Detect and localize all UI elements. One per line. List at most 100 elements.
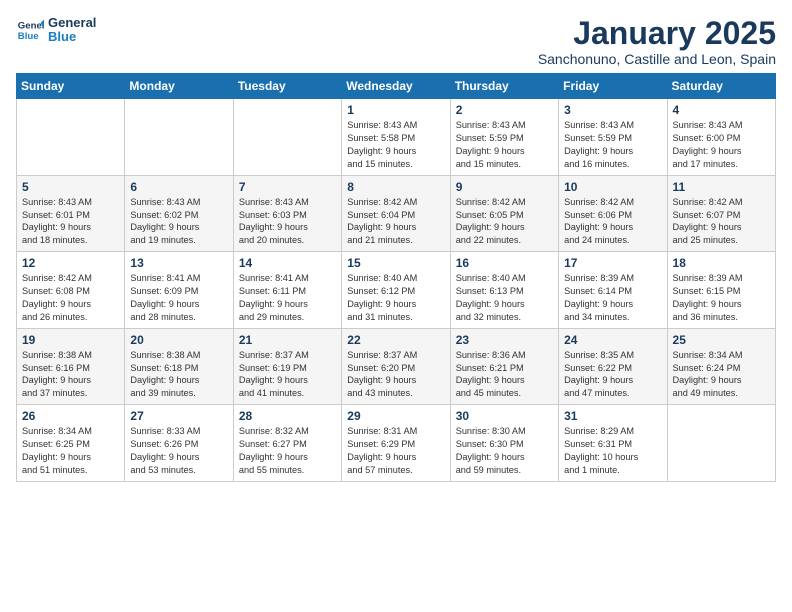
- day-info-21: Sunrise: 8:37 AM Sunset: 6:19 PM Dayligh…: [239, 349, 336, 401]
- day-info-7: Sunrise: 8:43 AM Sunset: 6:03 PM Dayligh…: [239, 196, 336, 248]
- day-info-25: Sunrise: 8:34 AM Sunset: 6:24 PM Dayligh…: [673, 349, 770, 401]
- day-info-20: Sunrise: 8:38 AM Sunset: 6:18 PM Dayligh…: [130, 349, 227, 401]
- calendar-cell-w5-d5: 30 Sunrise: 8:30 AM Sunset: 6:30 PM Dayli…: [450, 405, 558, 482]
- calendar-cell-w2-d3: 7 Sunrise: 8:43 AM Sunset: 6:03 PM Daylig…: [233, 175, 341, 252]
- day-info-30: Sunrise: 8:30 AM Sunset: 6:30 PM Dayligh…: [456, 425, 553, 477]
- day-info-8: Sunrise: 8:42 AM Sunset: 6:04 PM Dayligh…: [347, 196, 444, 248]
- calendar-cell-w3-d6: 17Sunrise: 8:39 AM Sunset: 6:14 PM Dayli…: [559, 252, 667, 329]
- day-info-23: Sunrise: 8:36 AM Sunset: 6:21 PM Dayligh…: [456, 349, 553, 401]
- month-title: January 2025: [538, 16, 776, 51]
- col-tuesday: Tuesday: [233, 74, 341, 99]
- calendar-cell-w2-d4: 8 Sunrise: 8:42 AM Sunset: 6:04 PM Daylig…: [342, 175, 450, 252]
- day-number-24: 24: [564, 333, 661, 347]
- logo-text-line2: Blue: [48, 30, 96, 44]
- col-wednesday: Wednesday: [342, 74, 450, 99]
- calendar-cell-w4-d2: 20 Sunrise: 8:38 AM Sunset: 6:18 PM Dayli…: [125, 328, 233, 405]
- day-number-4: 4: [673, 103, 770, 117]
- day-number-20: 20: [130, 333, 227, 347]
- day-number-26: 26: [22, 409, 119, 423]
- day-number-22: 22: [347, 333, 444, 347]
- day-number-7: 7: [239, 180, 336, 194]
- col-saturday: Saturday: [667, 74, 775, 99]
- calendar-cell-w5-d2: 27 Sunrise: 8:33 AM Sunset: 6:26 PM Dayli…: [125, 405, 233, 482]
- calendar-week-3: 12 Sunrise: 8:42 AM Sunset: 6:08 PM Dayli…: [17, 252, 776, 329]
- day-number-16: 16: [456, 256, 553, 270]
- day-info-14: Sunrise: 8:41 AM Sunset: 6:11 PM Dayligh…: [239, 272, 336, 324]
- day-number-25: 25: [673, 333, 770, 347]
- day-info-12: Sunrise: 8:42 AM Sunset: 6:08 PM Dayligh…: [22, 272, 119, 324]
- day-number-23: 23: [456, 333, 553, 347]
- calendar-cell-w3-d5: 16 Sunrise: 8:40 AM Sunset: 6:13 PM Dayli…: [450, 252, 558, 329]
- calendar-cell-w5-d6: 31 Sunrise: 8:29 AM Sunset: 6:31 PM Dayli…: [559, 405, 667, 482]
- day-info-24: Sunrise: 8:35 AM Sunset: 6:22 PM Dayligh…: [564, 349, 661, 401]
- calendar-cell-w4-d1: 19 Sunrise: 8:38 AM Sunset: 6:16 PM Dayli…: [17, 328, 125, 405]
- day-number-1: 1: [347, 103, 444, 117]
- calendar-cell-w5-d4: 29Sunrise: 8:31 AM Sunset: 6:29 PM Dayli…: [342, 405, 450, 482]
- calendar-cell-w2-d1: 5 Sunrise: 8:43 AM Sunset: 6:01 PM Daylig…: [17, 175, 125, 252]
- day-info-5: Sunrise: 8:43 AM Sunset: 6:01 PM Dayligh…: [22, 196, 119, 248]
- calendar-cell-w1-d5: 2Sunrise: 8:43 AM Sunset: 5:59 PM Daylig…: [450, 99, 558, 176]
- day-number-12: 12: [22, 256, 119, 270]
- day-info-29: Sunrise: 8:31 AM Sunset: 6:29 PM Dayligh…: [347, 425, 444, 477]
- calendar-week-1: 1Sunrise: 8:43 AM Sunset: 5:58 PM Daylig…: [17, 99, 776, 176]
- day-number-18: 18: [673, 256, 770, 270]
- svg-text:General: General: [18, 21, 44, 32]
- calendar-cell-w3-d1: 12 Sunrise: 8:42 AM Sunset: 6:08 PM Dayli…: [17, 252, 125, 329]
- day-number-31: 31: [564, 409, 661, 423]
- calendar-cell-w1-d7: 4Sunrise: 8:43 AM Sunset: 6:00 PM Daylig…: [667, 99, 775, 176]
- calendar-week-2: 5 Sunrise: 8:43 AM Sunset: 6:01 PM Daylig…: [17, 175, 776, 252]
- calendar-cell-w1-d3: [233, 99, 341, 176]
- day-number-8: 8: [347, 180, 444, 194]
- day-number-15: 15: [347, 256, 444, 270]
- calendar-cell-w4-d3: 21 Sunrise: 8:37 AM Sunset: 6:19 PM Dayli…: [233, 328, 341, 405]
- day-info-26: Sunrise: 8:34 AM Sunset: 6:25 PM Dayligh…: [22, 425, 119, 477]
- calendar-cell-w3-d3: 14 Sunrise: 8:41 AM Sunset: 6:11 PM Dayli…: [233, 252, 341, 329]
- calendar-cell-w1-d4: 1Sunrise: 8:43 AM Sunset: 5:58 PM Daylig…: [342, 99, 450, 176]
- col-monday: Monday: [125, 74, 233, 99]
- day-info-15: Sunrise: 8:40 AM Sunset: 6:12 PM Dayligh…: [347, 272, 444, 324]
- svg-text:Blue: Blue: [18, 31, 39, 42]
- calendar-week-4: 19 Sunrise: 8:38 AM Sunset: 6:16 PM Dayli…: [17, 328, 776, 405]
- day-number-28: 28: [239, 409, 336, 423]
- day-info-22: Sunrise: 8:37 AM Sunset: 6:20 PM Dayligh…: [347, 349, 444, 401]
- calendar-cell-w4-d6: 24 Sunrise: 8:35 AM Sunset: 6:22 PM Dayli…: [559, 328, 667, 405]
- calendar-cell-w3-d2: 13Sunrise: 8:41 AM Sunset: 6:09 PM Dayli…: [125, 252, 233, 329]
- day-info-10: Sunrise: 8:42 AM Sunset: 6:06 PM Dayligh…: [564, 196, 661, 248]
- calendar-cell-w4-d5: 23 Sunrise: 8:36 AM Sunset: 6:21 PM Dayli…: [450, 328, 558, 405]
- day-info-28: Sunrise: 8:32 AM Sunset: 6:27 PM Dayligh…: [239, 425, 336, 477]
- logo-icon: General Blue: [16, 16, 44, 44]
- day-info-9: Sunrise: 8:42 AM Sunset: 6:05 PM Dayligh…: [456, 196, 553, 248]
- day-info-19: Sunrise: 8:38 AM Sunset: 6:16 PM Dayligh…: [22, 349, 119, 401]
- day-number-30: 30: [456, 409, 553, 423]
- day-number-3: 3: [564, 103, 661, 117]
- day-info-11: Sunrise: 8:42 AM Sunset: 6:07 PM Dayligh…: [673, 196, 770, 248]
- calendar-week-5: 26 Sunrise: 8:34 AM Sunset: 6:25 PM Dayli…: [17, 405, 776, 482]
- col-sunday: Sunday: [17, 74, 125, 99]
- day-number-27: 27: [130, 409, 227, 423]
- title-block: January 2025 Sanchonuno, Castille and Le…: [538, 16, 776, 67]
- day-info-3: Sunrise: 8:43 AM Sunset: 5:59 PM Dayligh…: [564, 119, 661, 171]
- day-number-6: 6: [130, 180, 227, 194]
- calendar-cell-w3-d7: 18Sunrise: 8:39 AM Sunset: 6:15 PM Dayli…: [667, 252, 775, 329]
- day-info-16: Sunrise: 8:40 AM Sunset: 6:13 PM Dayligh…: [456, 272, 553, 324]
- calendar-cell-w5-d3: 28 Sunrise: 8:32 AM Sunset: 6:27 PM Dayli…: [233, 405, 341, 482]
- day-number-14: 14: [239, 256, 336, 270]
- calendar-cell-w4-d4: 22 Sunrise: 8:37 AM Sunset: 6:20 PM Dayli…: [342, 328, 450, 405]
- day-number-19: 19: [22, 333, 119, 347]
- day-info-17: Sunrise: 8:39 AM Sunset: 6:14 PM Dayligh…: [564, 272, 661, 324]
- calendar-cell-w2-d7: 11Sunrise: 8:42 AM Sunset: 6:07 PM Dayli…: [667, 175, 775, 252]
- calendar-cell-w5-d7: [667, 405, 775, 482]
- col-thursday: Thursday: [450, 74, 558, 99]
- day-info-27: Sunrise: 8:33 AM Sunset: 6:26 PM Dayligh…: [130, 425, 227, 477]
- calendar-cell-w1-d1: [17, 99, 125, 176]
- calendar-cell-w2-d6: 10Sunrise: 8:42 AM Sunset: 6:06 PM Dayli…: [559, 175, 667, 252]
- calendar-cell-w1-d6: 3 Sunrise: 8:43 AM Sunset: 5:59 PM Daylig…: [559, 99, 667, 176]
- logo: General Blue General Blue: [16, 16, 96, 45]
- day-info-31: Sunrise: 8:29 AM Sunset: 6:31 PM Dayligh…: [564, 425, 661, 477]
- day-number-9: 9: [456, 180, 553, 194]
- col-friday: Friday: [559, 74, 667, 99]
- day-number-21: 21: [239, 333, 336, 347]
- day-number-5: 5: [22, 180, 119, 194]
- calendar-table: Sunday Monday Tuesday Wednesday Thursday…: [16, 73, 776, 482]
- calendar-cell-w5-d1: 26 Sunrise: 8:34 AM Sunset: 6:25 PM Dayli…: [17, 405, 125, 482]
